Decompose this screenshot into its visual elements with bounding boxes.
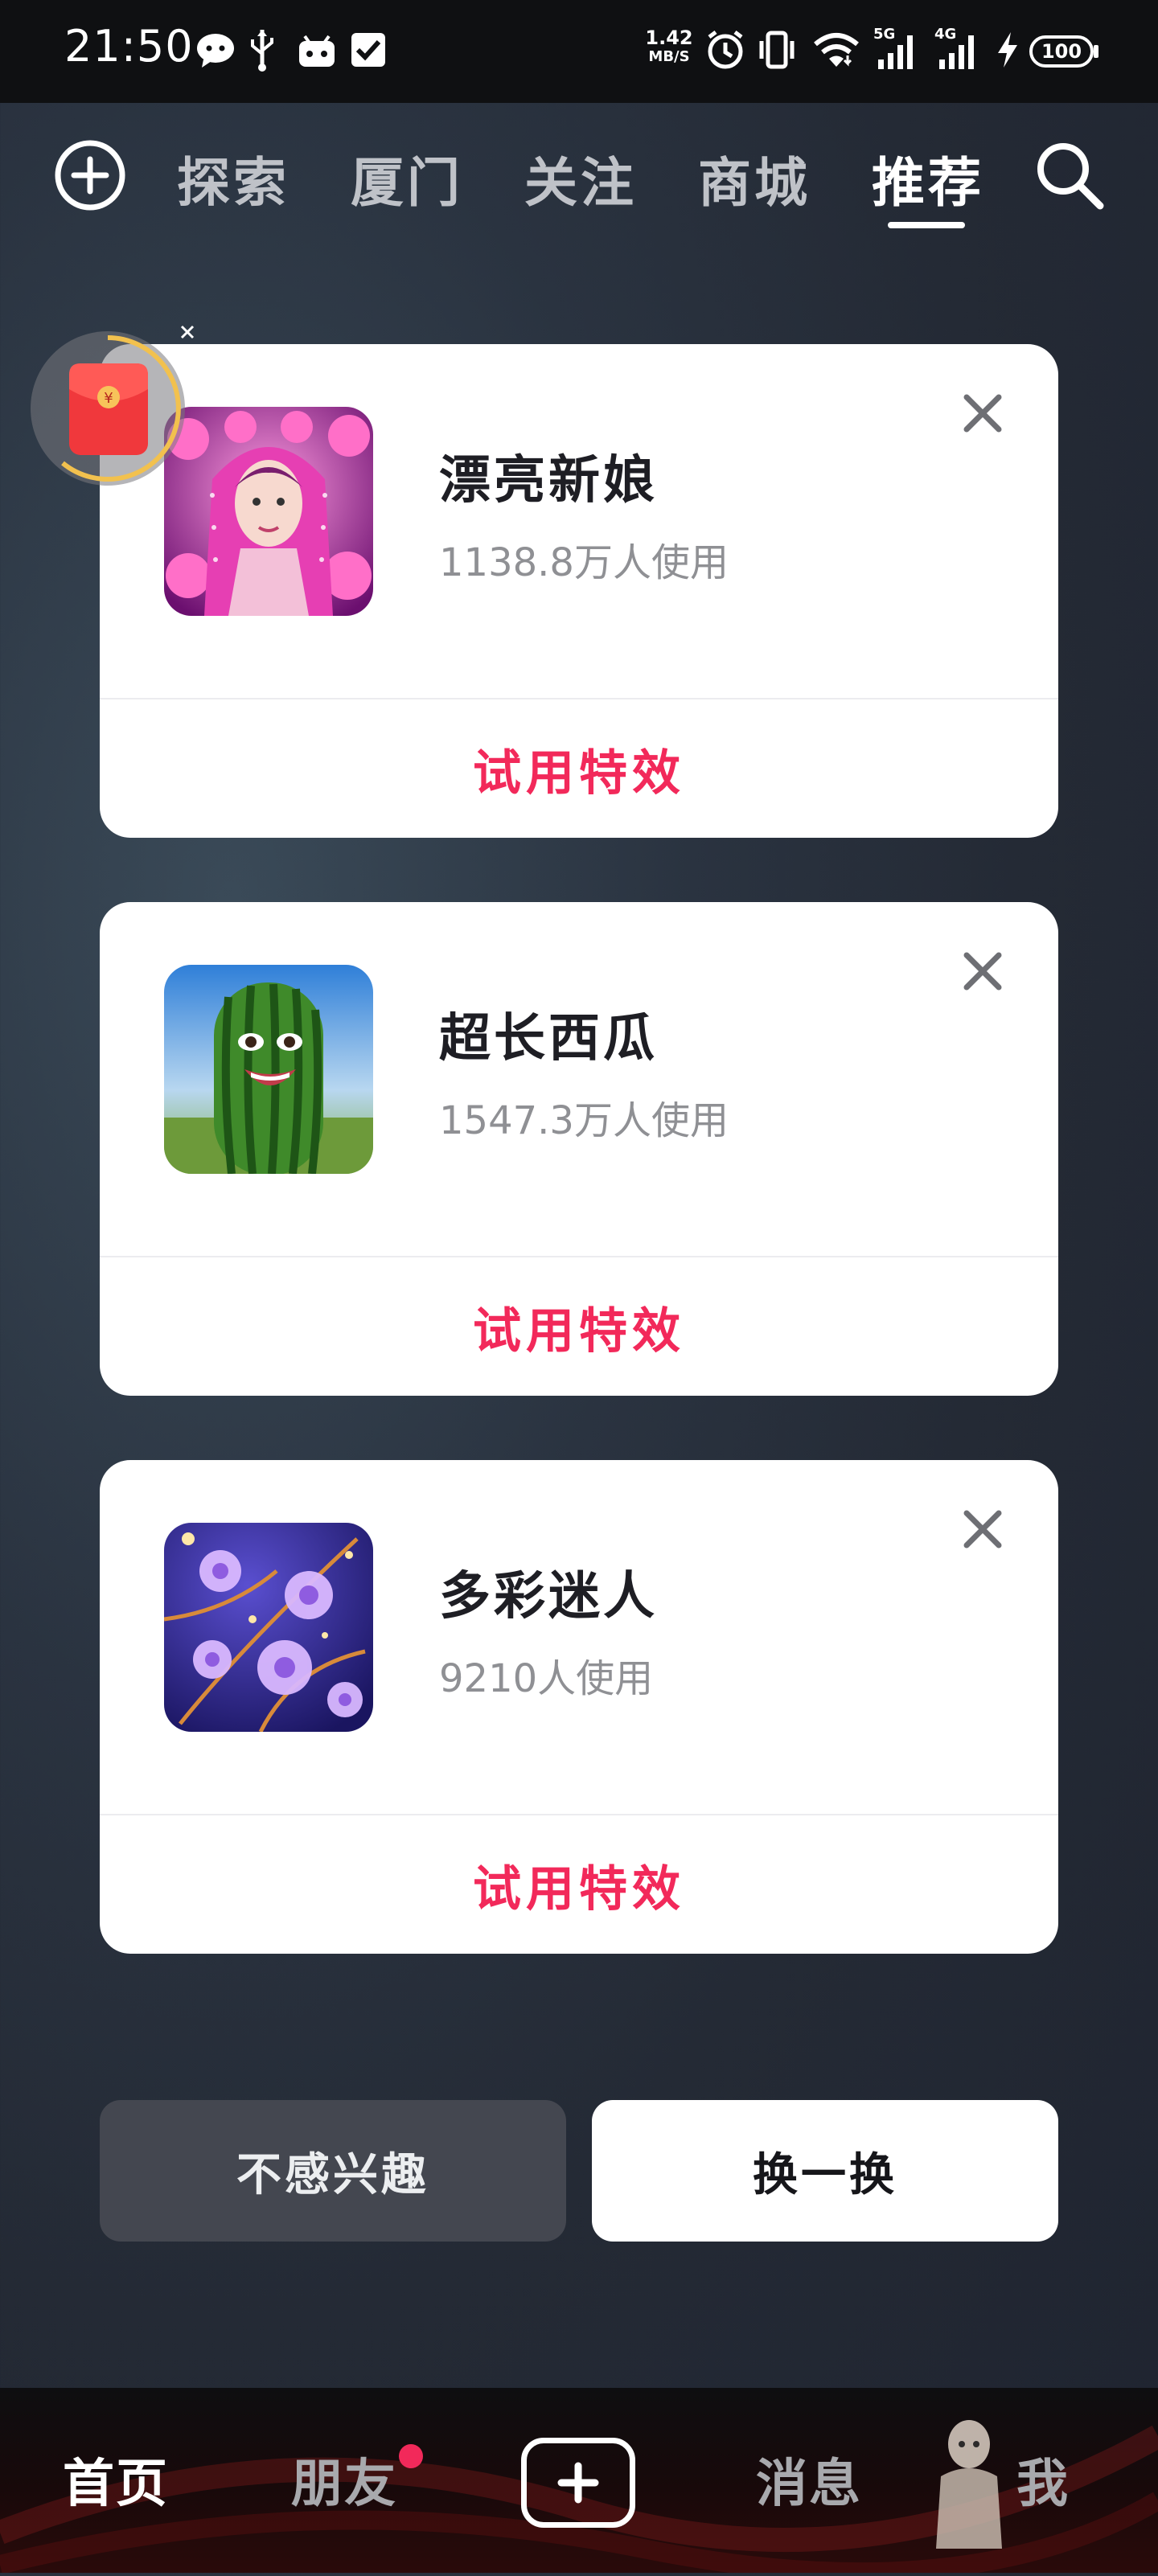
tab-mall[interactable]: 商城 (698, 140, 811, 217)
usb-icon (246, 27, 278, 72)
effect-usage-count: 9210人使用 (439, 1656, 654, 1701)
nav-me[interactable]: 我 (1016, 2443, 1070, 2517)
battery-level: 100 (1041, 40, 1082, 63)
bottom-nav: 首页 朋友 消息 我 (0, 2388, 1158, 2576)
wechat-icon (193, 27, 238, 72)
not-interested-button[interactable]: 不感兴趣 (100, 2100, 566, 2242)
battery-icon: 100 (1029, 35, 1094, 68)
status-bar: 21:50 1.42 MB/S 5G 4G 100 (0, 0, 1158, 103)
signal-icon: 5G (870, 26, 922, 72)
network-speed-value: 1.42 (645, 27, 693, 49)
effect-card: 漂亮新娘 1138.8万人使用 试用特效 (100, 344, 1058, 838)
nav-messages[interactable]: 消息 (756, 2443, 862, 2517)
refresh-button[interactable]: 换一换 (592, 2100, 1058, 2242)
signal-icon: 4G (931, 26, 983, 72)
network-speed-unit: MB/S (648, 48, 690, 65)
tab-recommend[interactable]: 推荐 (872, 140, 984, 217)
try-effect-button[interactable]: 试用特效 (100, 1257, 1058, 1396)
close-icon[interactable] (952, 941, 1013, 1002)
effect-usage-count: 1547.3万人使用 (439, 1098, 729, 1143)
effect-title: 漂亮新娘 (439, 451, 658, 511)
checkbox-icon (347, 27, 389, 72)
plus-icon (557, 2462, 599, 2504)
try-effect-button[interactable]: 试用特效 (100, 699, 1058, 838)
try-effect-button[interactable]: 试用特效 (100, 1815, 1058, 1954)
network-speed: 1.42 MB/S (643, 27, 695, 74)
effect-card: 超长西瓜 1547.3万人使用 试用特效 (100, 902, 1058, 1396)
search-icon[interactable] (1029, 135, 1110, 215)
effect-title: 多彩迷人 (439, 1567, 658, 1626)
effect-thumbnail-flowers[interactable] (164, 1523, 373, 1732)
top-nav: 探索 厦门 关注 商城 推荐 (0, 103, 1158, 248)
effect-thumbnail-watermelon[interactable] (164, 965, 373, 1174)
wifi-icon (811, 27, 862, 72)
effect-usage-count: 1138.8万人使用 (439, 540, 729, 585)
close-icon[interactable] (175, 320, 199, 344)
android-icon (294, 27, 339, 72)
close-icon[interactable] (952, 1499, 1013, 1560)
vibrate-icon (754, 27, 799, 72)
nav-friends[interactable]: 朋友 (291, 2443, 397, 2517)
alarm-icon (703, 27, 748, 72)
notification-dot (399, 2444, 423, 2468)
battery-tip (1094, 45, 1098, 58)
effect-title: 超长西瓜 (439, 1009, 658, 1069)
effect-card: 多彩迷人 9210人使用 试用特效 (100, 1460, 1058, 1954)
tab-explore[interactable]: 探索 (177, 140, 290, 217)
close-icon[interactable] (952, 383, 1013, 444)
add-icon[interactable] (51, 137, 129, 214)
create-button[interactable] (521, 2438, 635, 2528)
mascot-icon (925, 2412, 1013, 2549)
tab-xiamen[interactable]: 厦门 (351, 140, 463, 217)
status-time: 21:50 (64, 21, 194, 72)
red-packet-icon: ¥ (68, 362, 150, 457)
nav-home[interactable]: 首页 (63, 2443, 169, 2517)
effect-thumbnail-bride[interactable] (164, 407, 373, 616)
red-packet-widget[interactable]: ¥ (31, 331, 185, 486)
tab-following[interactable]: 关注 (524, 140, 637, 217)
signal-5g-label: 5G (873, 26, 896, 43)
charging-icon (994, 27, 1021, 72)
active-tab-indicator (888, 222, 965, 228)
svg-text:¥: ¥ (104, 390, 113, 407)
signal-4g-label: 4G (934, 26, 957, 43)
